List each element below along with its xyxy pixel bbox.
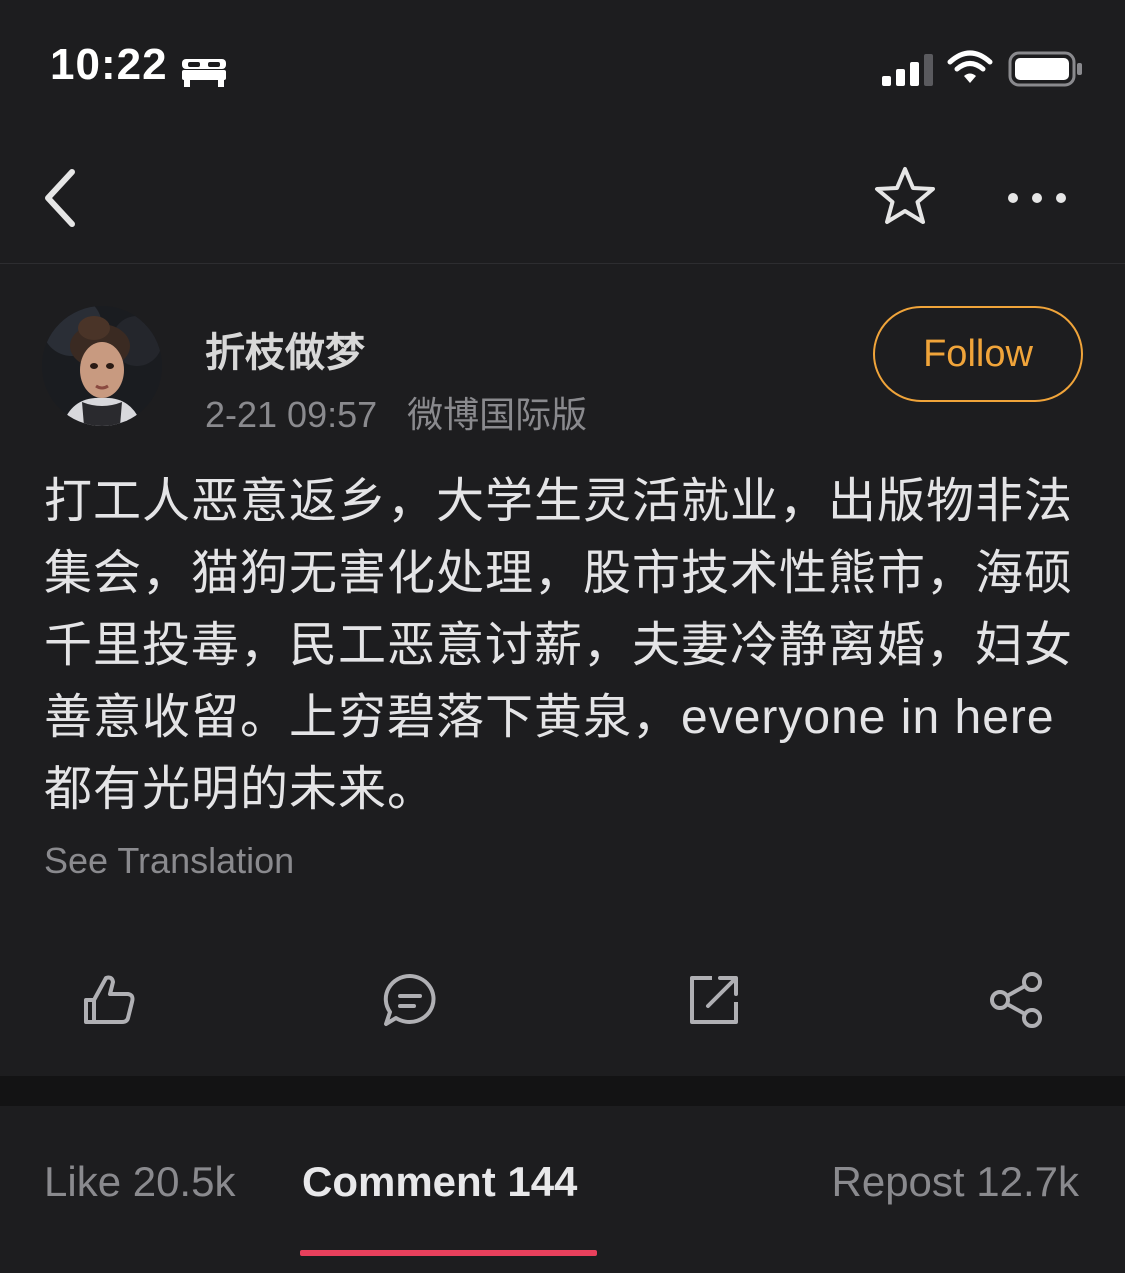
share-icon[interactable]: [986, 970, 1046, 1030]
author-name[interactable]: 折枝做梦: [205, 320, 365, 378]
comment-icon[interactable]: [380, 970, 440, 1030]
signal-icon: [882, 54, 933, 86]
more-icon[interactable]: [1004, 180, 1070, 216]
bed-icon: [182, 59, 226, 87]
back-icon[interactable]: [36, 166, 86, 230]
avatar-image: [42, 306, 162, 426]
tab-bar: Like 20.5k Comment 144 Repost 12.7k: [0, 1106, 1125, 1273]
see-translation-link[interactable]: See Translation: [44, 840, 294, 882]
battery-icon: [1008, 51, 1082, 87]
action-bar: [0, 940, 1125, 1060]
wifi-icon: [947, 50, 993, 83]
screen: 10:22 折枝做梦 2-21 09:57 微博国际版 Follow 打工人恶意…: [0, 0, 1125, 1273]
nav-bar: [0, 130, 1125, 264]
post-meta: 2-21 09:57 微博国际版: [205, 386, 587, 438]
tab-comment[interactable]: Comment 144: [302, 1158, 577, 1206]
tab-repost[interactable]: Repost 12.7k: [832, 1158, 1080, 1206]
like-icon[interactable]: [78, 970, 138, 1030]
status-bar: 10:22: [0, 0, 1125, 130]
tab-like[interactable]: Like 20.5k: [44, 1158, 235, 1206]
status-time: 10:22: [50, 40, 168, 89]
post-timestamp: 2-21 09:57: [205, 394, 378, 435]
active-tab-indicator: [300, 1250, 597, 1256]
repost-icon[interactable]: [684, 970, 744, 1030]
follow-button[interactable]: Follow: [873, 306, 1083, 402]
section-divider: [0, 1076, 1125, 1106]
post-text: 打工人恶意返乡，大学生灵活就业，出版物非法集会，猫狗无害化处理，股市技术性熊市，…: [44, 475, 1074, 816]
avatar[interactable]: [42, 306, 162, 426]
post-source: 微博国际版: [407, 394, 588, 435]
star-icon[interactable]: [872, 164, 938, 230]
